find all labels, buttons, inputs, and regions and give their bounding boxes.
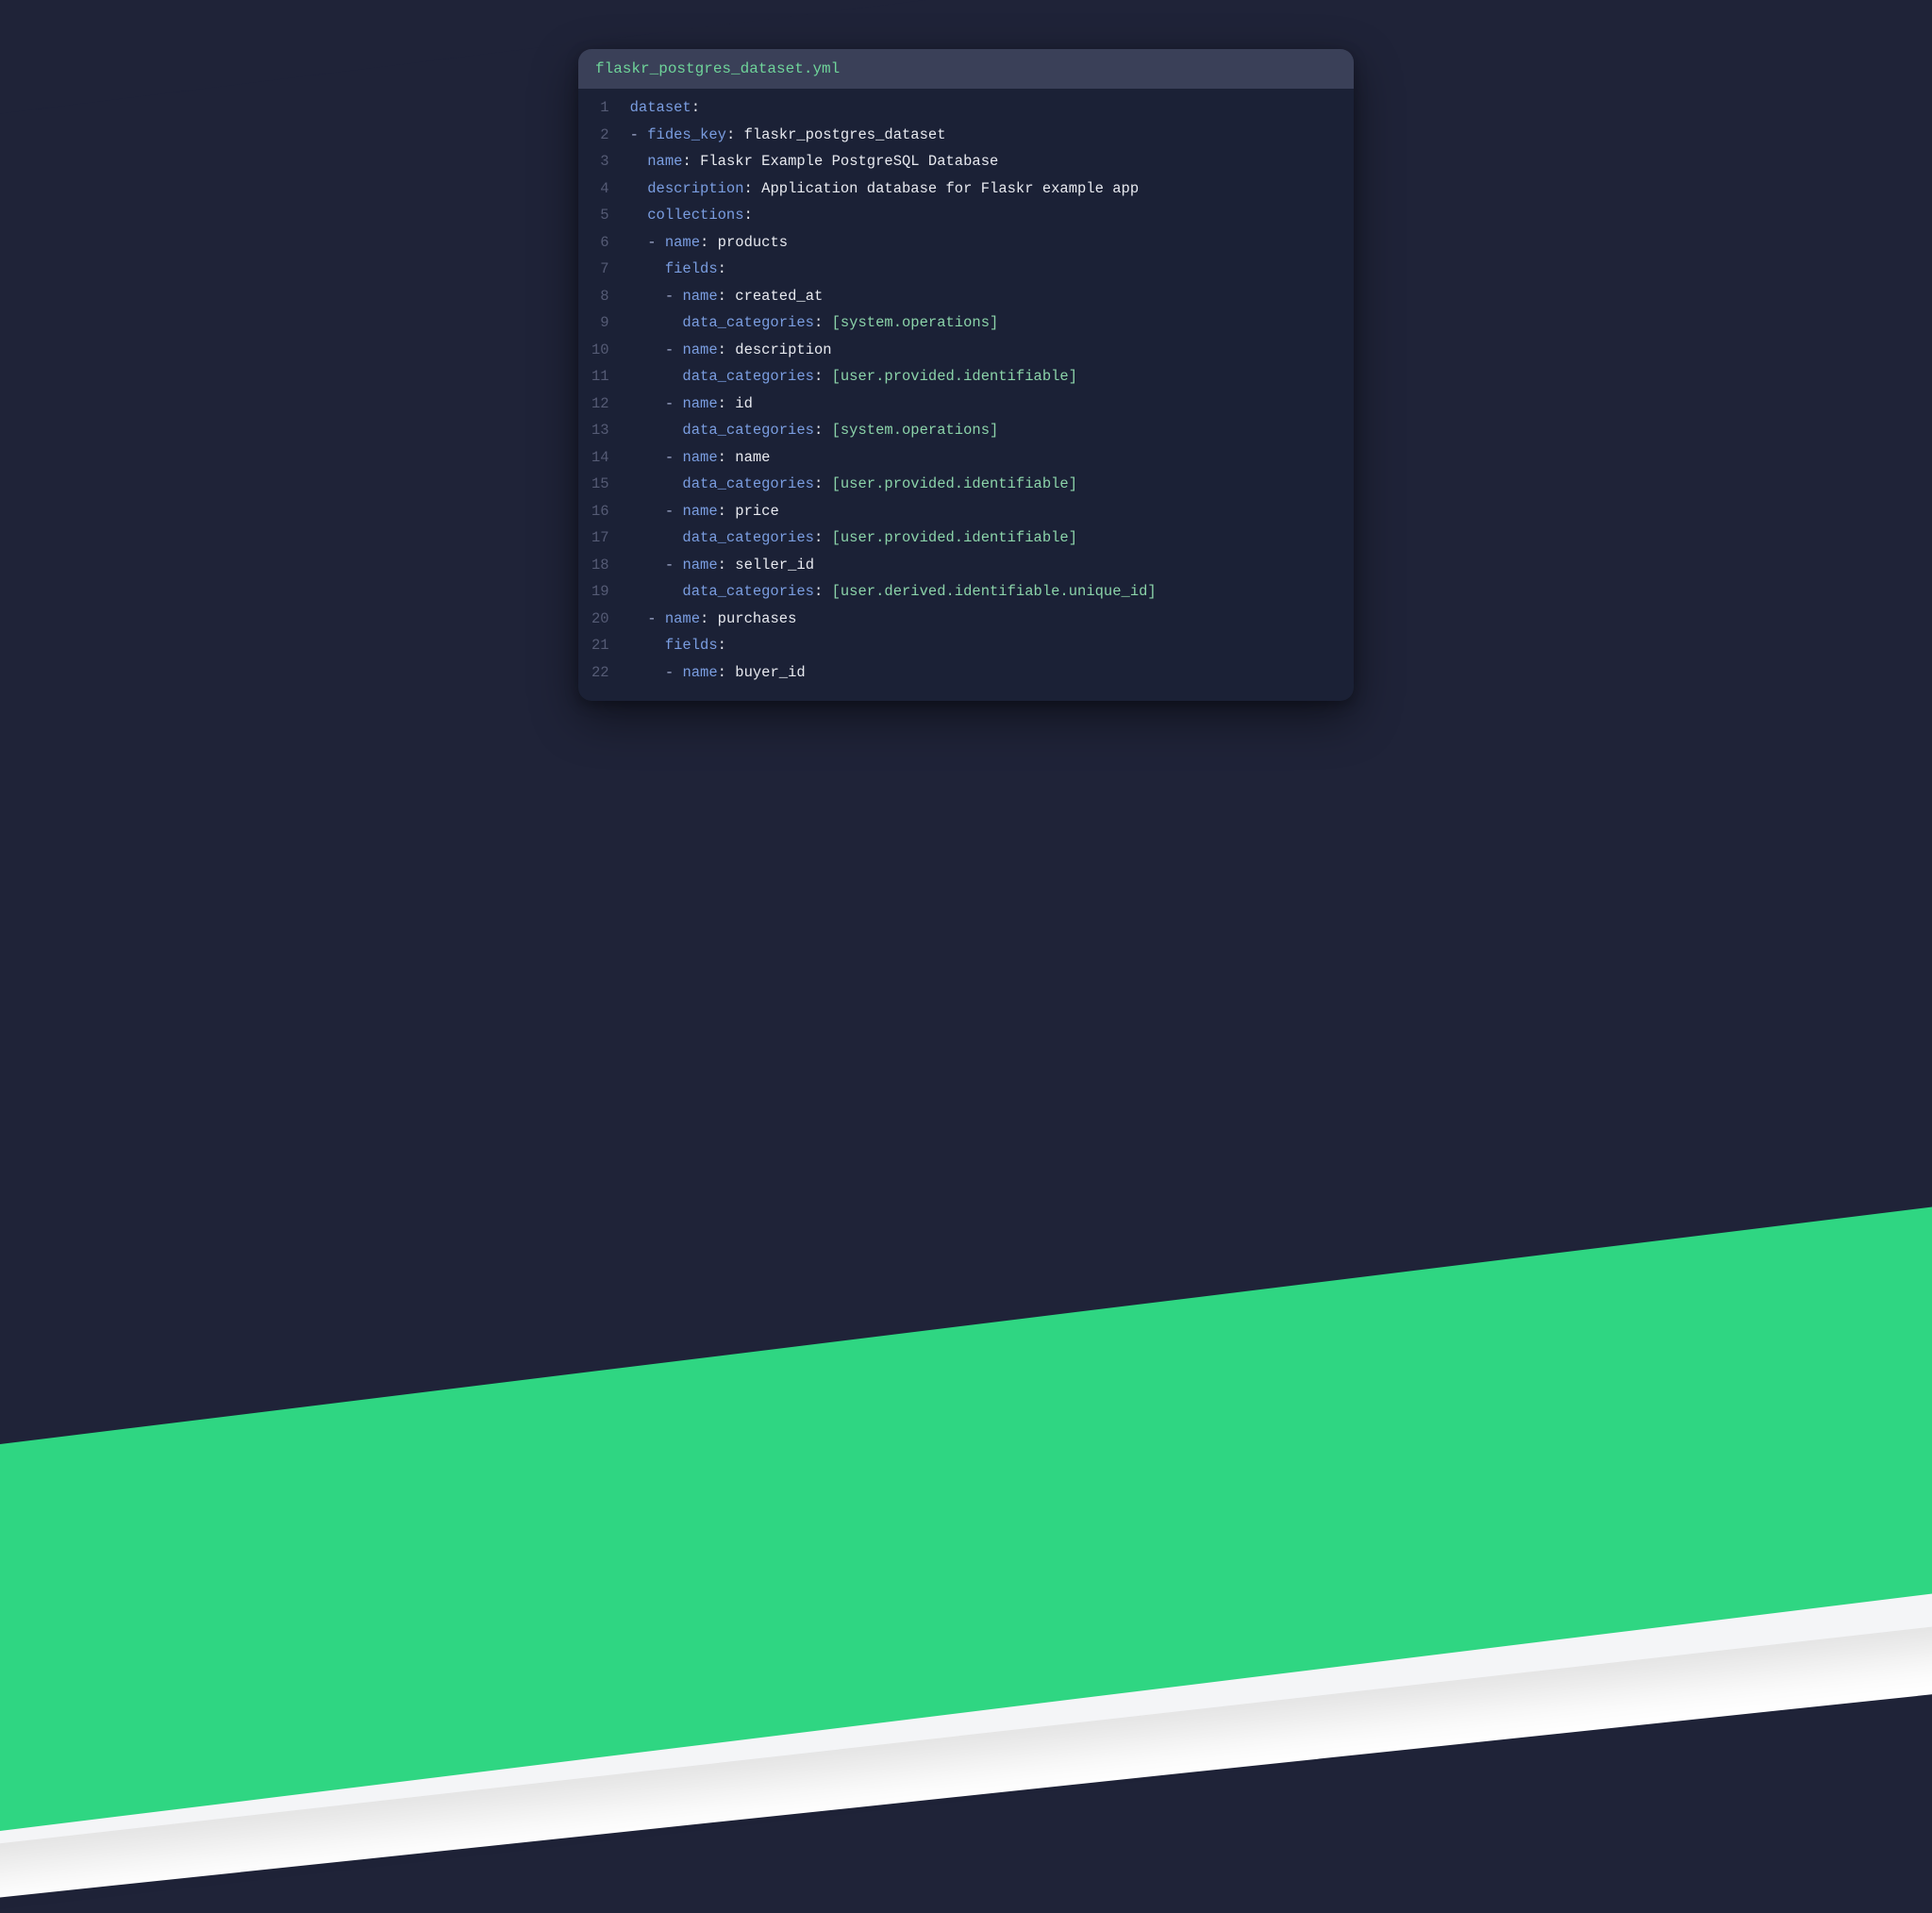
- code-window: flaskr_postgres_dataset.yml 123456789101…: [578, 49, 1354, 701]
- line-number: 12: [591, 391, 613, 418]
- decorative-tab-handle: [1347, 373, 1474, 425]
- code-body[interactable]: 12345678910111213141516171819202122 data…: [578, 89, 1354, 701]
- line-number: 8: [591, 283, 613, 310]
- line-number: 5: [591, 202, 613, 229]
- code-line: - fides_key: flaskr_postgres_dataset: [630, 122, 1339, 149]
- code-line: - name: description: [630, 337, 1339, 364]
- code-line: - name: seller_id: [630, 552, 1339, 579]
- code-line: data_categories: [user.provided.identifi…: [630, 471, 1339, 498]
- decorative-tab-handle: [221, 441, 347, 493]
- line-number: 13: [591, 417, 613, 444]
- decorative-tab-handle: [31, 464, 158, 517]
- code-line: - name: id: [630, 391, 1339, 418]
- line-number: 17: [591, 524, 613, 552]
- file-title: flaskr_postgres_dataset.yml: [578, 49, 1354, 89]
- code-line: data_categories: [system.operations]: [630, 417, 1339, 444]
- line-number-gutter: 12345678910111213141516171819202122: [578, 89, 621, 691]
- line-number: 1: [591, 94, 613, 122]
- line-number: 2: [591, 122, 613, 149]
- code-line: - name: price: [630, 498, 1339, 525]
- code-line: - name: products: [630, 229, 1339, 257]
- code-line: fields:: [630, 632, 1339, 659]
- line-number: 19: [591, 578, 613, 606]
- line-number: 4: [591, 175, 613, 203]
- line-number: 18: [591, 552, 613, 579]
- code-line: dataset:: [630, 94, 1339, 122]
- code-line: collections:: [630, 202, 1339, 229]
- code-line: data_categories: [user.derived.identifia…: [630, 578, 1339, 606]
- code-line: - name: created_at: [630, 283, 1339, 310]
- code-line: description: Application database for Fl…: [630, 175, 1339, 203]
- line-number: 14: [591, 444, 613, 472]
- line-number: 11: [591, 363, 613, 391]
- code-line: - name: purchases: [630, 606, 1339, 633]
- line-number: 9: [591, 309, 613, 337]
- code-line: name: Flaskr Example PostgreSQL Database: [630, 148, 1339, 175]
- line-number: 21: [591, 632, 613, 659]
- code-line: - name: name: [630, 444, 1339, 472]
- code-line: data_categories: [user.provided.identifi…: [630, 524, 1339, 552]
- code-line: data_categories: [user.provided.identifi…: [630, 363, 1339, 391]
- code-line: - name: buyer_id: [630, 659, 1339, 687]
- code-line: fields:: [630, 256, 1339, 283]
- line-number: 22: [591, 659, 613, 687]
- code-line: data_categories: [system.operations]: [630, 309, 1339, 337]
- line-number: 16: [591, 498, 613, 525]
- line-number: 15: [591, 471, 613, 498]
- line-number: 10: [591, 337, 613, 364]
- line-number: 20: [591, 606, 613, 633]
- line-number: 6: [591, 229, 613, 257]
- line-number: 7: [591, 256, 613, 283]
- code-content[interactable]: dataset:- fides_key: flaskr_postgres_dat…: [621, 89, 1354, 691]
- line-number: 3: [591, 148, 613, 175]
